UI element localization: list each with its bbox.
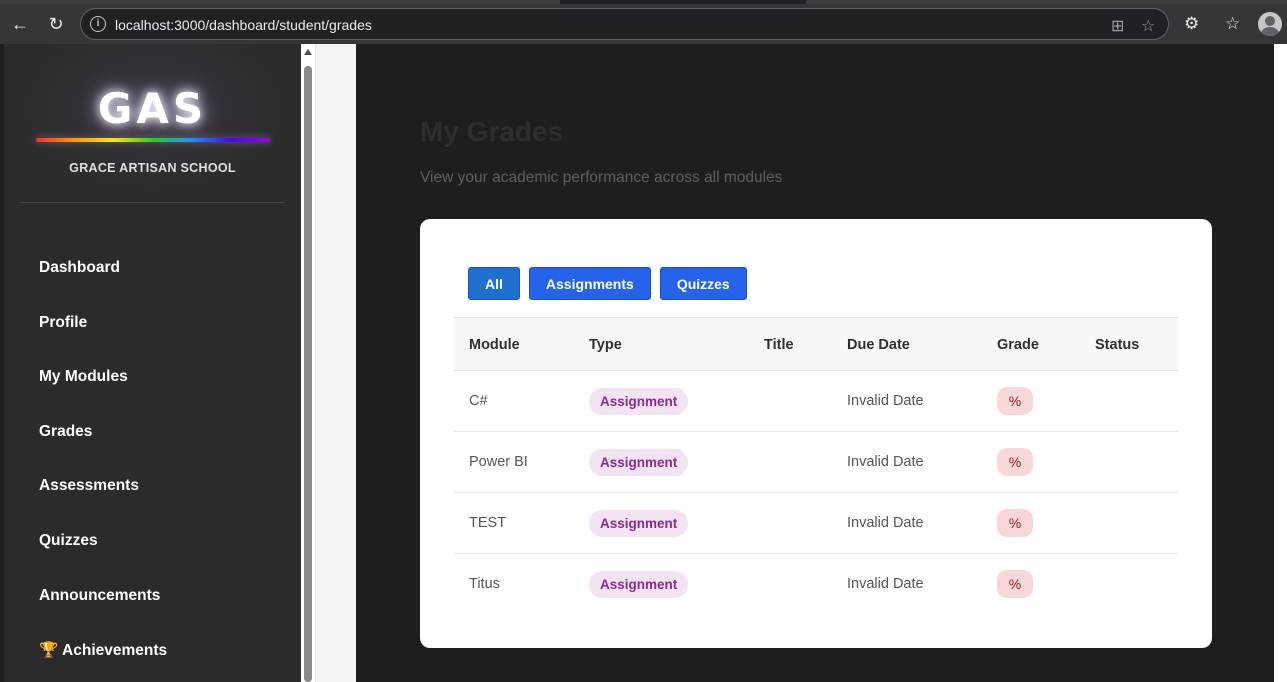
logo-area: GAS GRACE ARTISAN SCHOOL xyxy=(4,44,301,204)
table-row[interactable]: Titus Assignment Invalid Date % xyxy=(453,554,1179,615)
sidebar-item-grades[interactable]: Grades xyxy=(39,423,92,441)
tab-strip xyxy=(0,0,1287,4)
column-header-module[interactable]: Module xyxy=(469,337,520,353)
install-app-icon[interactable]: ⊞ xyxy=(1111,16,1124,36)
page-subtitle: View your academic performance across al… xyxy=(420,169,783,186)
scrollbar-thumb[interactable] xyxy=(304,66,312,682)
school-name: GRACE ARTISAN SCHOOL xyxy=(69,161,236,175)
type-badge: Assignment xyxy=(589,388,689,415)
column-header-status[interactable]: Status xyxy=(1095,337,1139,353)
sidebar-item-dashboard[interactable]: Dashboard xyxy=(39,259,120,277)
column-header-type[interactable]: Type xyxy=(589,337,622,353)
url-text: localhost:3000/dashboard/student/grades xyxy=(115,17,372,33)
cell-module: TEST xyxy=(469,515,507,531)
cell-module: Power BI xyxy=(469,454,528,470)
back-icon[interactable]: ← xyxy=(7,11,33,37)
table-row[interactable]: Power BI Assignment Invalid Date % xyxy=(453,432,1179,493)
filter-quizzes-button[interactable]: Quizzes xyxy=(659,267,747,300)
extensions-icon[interactable]: ⚙ xyxy=(1184,14,1199,34)
column-header-due-date[interactable]: Due Date xyxy=(847,337,910,353)
sidebar-item-quizzes[interactable]: Quizzes xyxy=(39,532,98,550)
cell-due-date: Invalid Date xyxy=(847,576,924,592)
logo-rainbow-bar xyxy=(36,138,270,142)
logo[interactable]: GAS xyxy=(4,84,301,133)
favorites-icon[interactable]: ☆ xyxy=(1225,14,1240,34)
page-title: My Grades xyxy=(420,116,564,147)
cell-due-date: Invalid Date xyxy=(847,393,924,409)
reload-icon[interactable]: ↻ xyxy=(43,11,69,37)
column-header-title[interactable]: Title xyxy=(764,337,794,353)
filter-buttons: All Assignments Quizzes xyxy=(468,267,747,300)
sidebar-divider xyxy=(20,202,285,203)
grades-table: Module Type Title Due Date Grade Status … xyxy=(453,317,1179,615)
sidebar-item-announcements[interactable]: Announcements xyxy=(39,587,160,605)
cell-due-date: Invalid Date xyxy=(847,454,924,470)
grade-badge: % xyxy=(997,387,1033,415)
column-header-grade[interactable]: Grade xyxy=(997,337,1039,353)
scroll-up-arrow-icon[interactable] xyxy=(304,49,312,55)
grades-card: All Assignments Quizzes Module Type Titl… xyxy=(420,219,1212,648)
browser-toolbar: ← ↻ i localhost:3000/dashboard/student/g… xyxy=(0,0,1287,44)
sidebar-scrollbar[interactable] xyxy=(301,44,316,682)
sidebar-item-profile[interactable]: Profile xyxy=(39,314,87,332)
bookmark-star-icon[interactable]: ☆ xyxy=(1141,16,1155,36)
grade-badge: % xyxy=(997,509,1033,537)
type-badge: Assignment xyxy=(589,449,689,476)
main-content: My Grades View your academic performance… xyxy=(356,44,1274,682)
sidebar-item-assessments[interactable]: Assessments xyxy=(39,477,139,495)
profile-avatar[interactable] xyxy=(1258,12,1282,36)
site-info-icon[interactable]: i xyxy=(90,16,106,32)
cell-module: Titus xyxy=(469,576,500,592)
cell-due-date: Invalid Date xyxy=(847,515,924,531)
right-edge xyxy=(1274,44,1287,682)
address-bar[interactable]: i localhost:3000/dashboard/student/grade… xyxy=(80,8,1169,40)
sidebar: GAS GRACE ARTISAN SCHOOL Dashboard Profi… xyxy=(4,44,301,682)
grade-badge: % xyxy=(997,570,1033,598)
type-badge: Assignment xyxy=(589,510,689,537)
cell-module: C# xyxy=(469,393,488,409)
grade-badge: % xyxy=(997,448,1033,476)
layout-gutter xyxy=(316,44,356,682)
filter-assignments-button[interactable]: Assignments xyxy=(528,267,651,300)
table-row[interactable]: TEST Assignment Invalid Date % xyxy=(453,493,1179,554)
table-row[interactable]: C# Assignment Invalid Date % xyxy=(453,371,1179,432)
type-badge: Assignment xyxy=(589,571,689,598)
filter-all-button[interactable]: All xyxy=(468,267,520,300)
sidebar-item-my-modules[interactable]: My Modules xyxy=(39,368,128,386)
table-header: Module Type Title Due Date Grade Status xyxy=(453,317,1179,371)
sidebar-item-achievements[interactable]: 🏆 Achievements xyxy=(39,641,167,660)
